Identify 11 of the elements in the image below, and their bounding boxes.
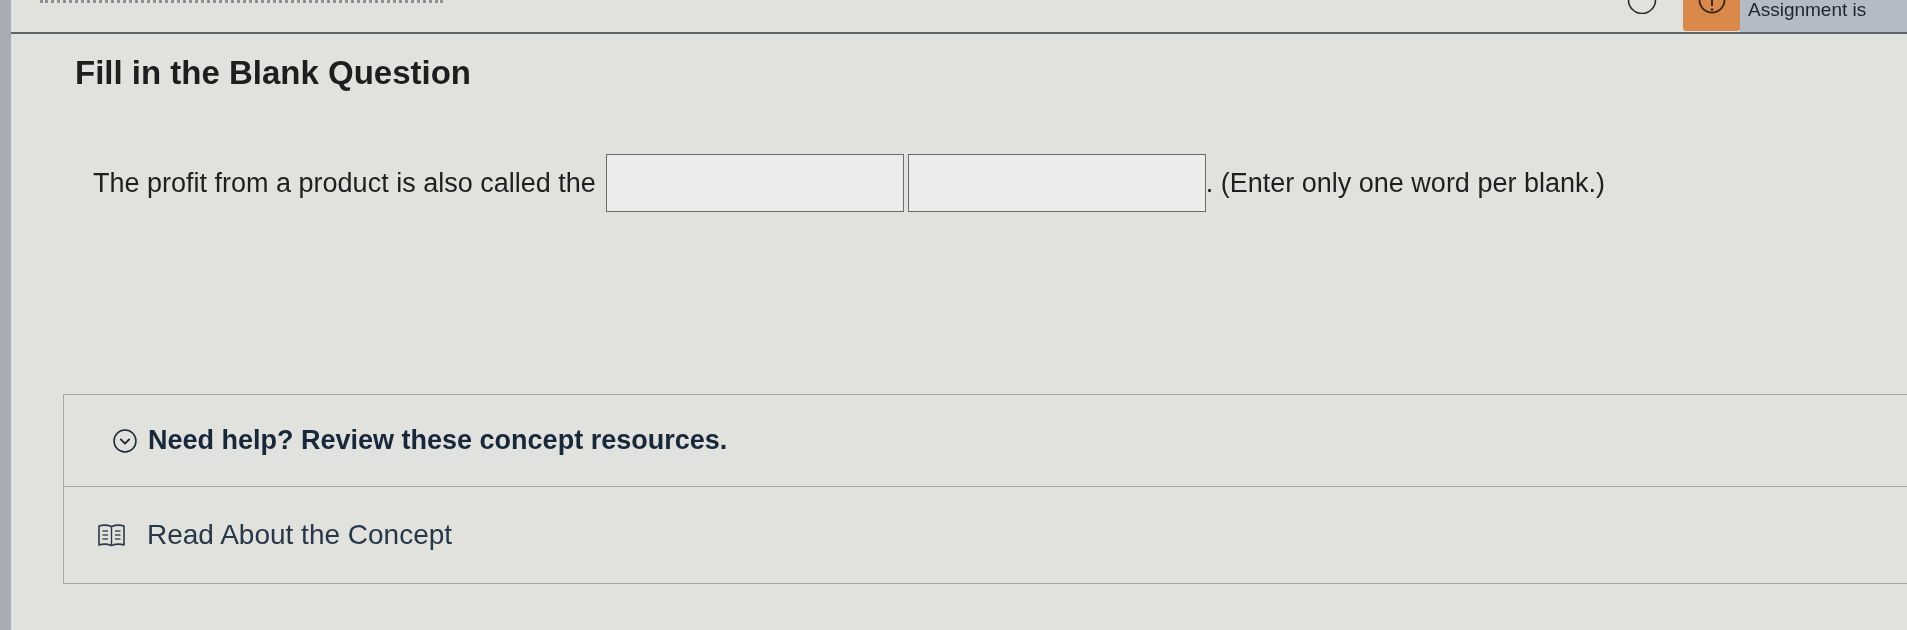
circle-mark-icon [1697, 0, 1726, 16]
question-heading: Fill in the Blank Question [75, 54, 473, 92]
assignment-status-banner: Assignment is [1740, 0, 1907, 32]
answer-blank[interactable] [907, 154, 1206, 212]
question-text: The profit from a product is also called the [93, 166, 596, 200]
resource-link[interactable]: Read About the Concept [147, 514, 453, 556]
question-text: . (Enter only one word per blank.) [1205, 166, 1605, 200]
answer-blank[interactable] [605, 154, 904, 212]
help-toggle[interactable]: Need help? Review these concept resources. [64, 395, 1907, 486]
alert-button[interactable] [1683, 0, 1740, 31]
book-icon [98, 523, 125, 547]
